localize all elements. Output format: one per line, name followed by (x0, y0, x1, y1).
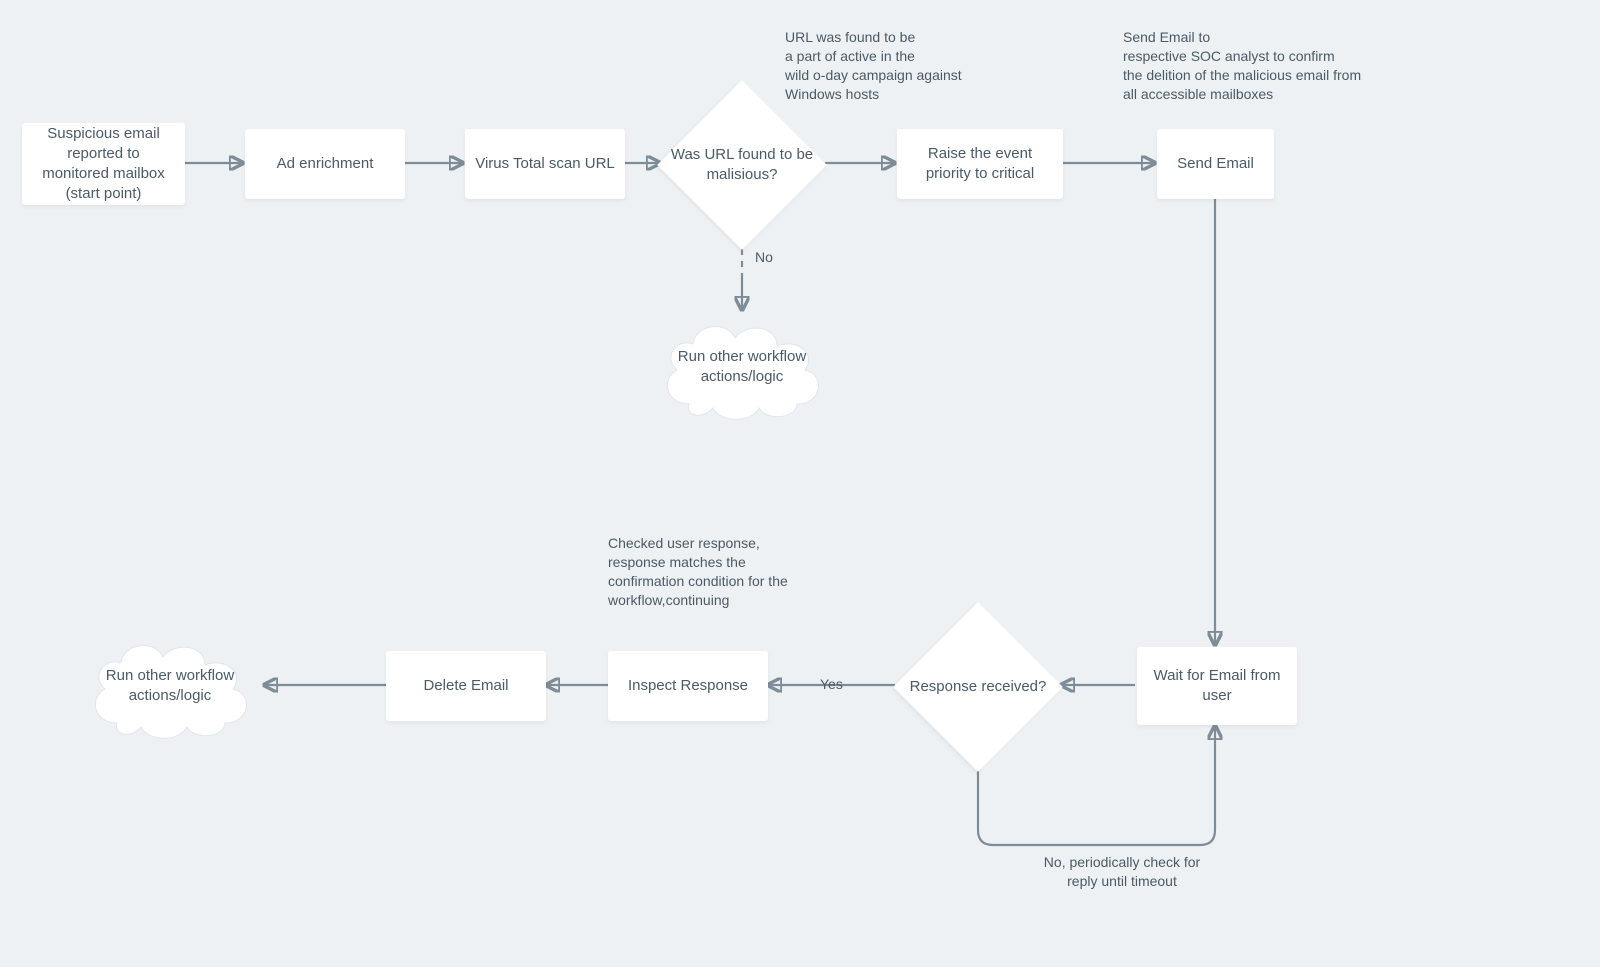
decision-url-malicious-label: Was URL found to be malisious? (661, 145, 823, 186)
cloud-other-actions-top-label: Run other workflow actions/logic (667, 347, 817, 388)
cloud-other-actions-bottom: Run other workflow actions/logic (75, 627, 265, 745)
edge-label-no-top: No (755, 248, 773, 267)
edge-label-yes: Yes (820, 675, 843, 694)
node-virustotal: Virus Total scan URL (465, 129, 625, 199)
annotation-response-match: Checked user response, response matches … (608, 534, 868, 610)
node-enrich: Ad enrichment (245, 129, 405, 199)
node-wait-email-label: Wait for Email from user (1147, 666, 1287, 707)
annotation-send-email-note: Send Email to respective SOC analyst to … (1123, 28, 1443, 104)
decision-response-received-label: Response received? (904, 677, 1053, 697)
node-raise-priority: Raise the event priority to critical (897, 129, 1063, 199)
annotation-url-campaign: URL was found to be a part of active in … (785, 28, 1085, 104)
node-start: Suspicious email reported to monitored m… (22, 123, 185, 205)
node-delete-email-label: Delete Email (423, 676, 508, 696)
node-send-email: Send Email (1157, 129, 1274, 199)
decision-url-malicious: Was URL found to be malisious? (657, 80, 827, 250)
decision-response-received: Response received? (893, 602, 1063, 772)
cloud-other-actions-top: Run other workflow actions/logic (647, 308, 837, 426)
node-inspect-response-label: Inspect Response (628, 676, 748, 696)
node-inspect-response: Inspect Response (608, 651, 768, 721)
node-raise-priority-label: Raise the event priority to critical (907, 144, 1053, 185)
node-send-email-label: Send Email (1177, 154, 1254, 174)
node-start-label: Suspicious email reported to monitored m… (32, 124, 175, 205)
node-delete-email: Delete Email (386, 651, 546, 721)
edge-label-no-loop: No, periodically check for reply until t… (1012, 853, 1232, 891)
node-wait-email: Wait for Email from user (1137, 647, 1297, 725)
node-virustotal-label: Virus Total scan URL (475, 154, 615, 174)
cloud-other-actions-bottom-label: Run other workflow actions/logic (95, 666, 245, 707)
node-enrich-label: Ad enrichment (277, 154, 374, 174)
